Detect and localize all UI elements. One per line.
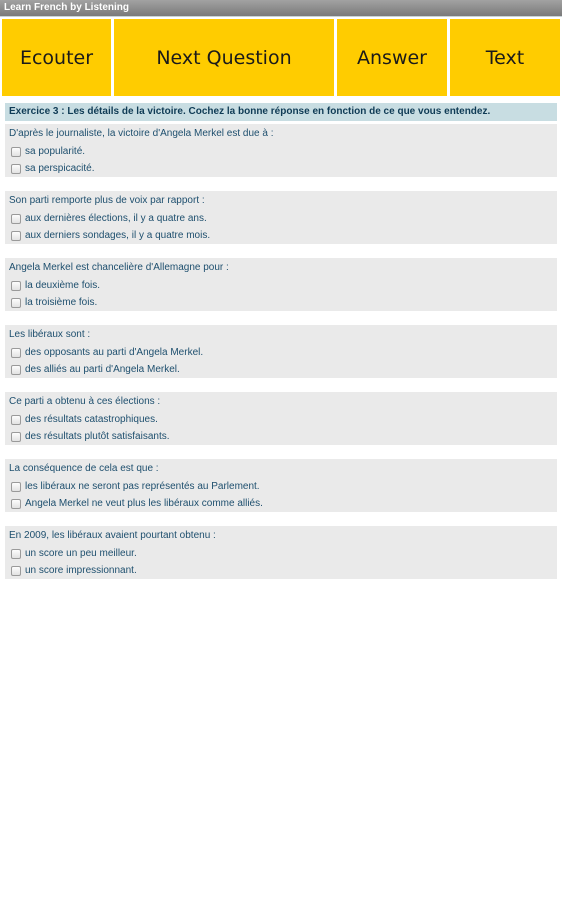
option-label: les libéraux ne seront pas représentés a… <box>25 481 260 492</box>
option-label: des résultats plutôt satisfaisants. <box>25 431 170 442</box>
question-block: Les libéraux sont : des opposants au par… <box>5 325 557 378</box>
checkbox[interactable] <box>11 364 21 375</box>
answer-option[interactable]: des opposants au parti d'Angela Merkel. <box>9 344 557 361</box>
checkbox[interactable] <box>11 347 21 358</box>
app-title-bar: Learn French by Listening <box>0 0 562 17</box>
option-label: des résultats catastrophiques. <box>25 414 158 425</box>
question-text: La conséquence de cela est que : <box>9 463 159 474</box>
option-label: sa popularité. <box>25 146 86 157</box>
option-label: la troisième fois. <box>25 297 98 308</box>
exercise-header: Exercice 3 : Les détails de la victoire.… <box>5 103 557 121</box>
answer-option[interactable]: un score impressionnant. <box>9 562 557 579</box>
answer-button[interactable]: Answer <box>337 19 447 96</box>
question-text: Ce parti a obtenu à ces élections : <box>9 396 161 407</box>
answer-option[interactable]: la troisième fois. <box>9 294 557 311</box>
question-text: D'après le journaliste, la victoire d'An… <box>9 128 274 139</box>
checkbox[interactable] <box>11 297 21 308</box>
checkbox[interactable] <box>11 414 21 425</box>
text-button[interactable]: Text <box>450 19 560 96</box>
checkbox[interactable] <box>11 230 21 241</box>
option-label: des alliés au parti d'Angela Merkel. <box>25 364 180 375</box>
checkbox[interactable] <box>11 163 21 174</box>
checkbox[interactable] <box>11 431 21 442</box>
question-block: Angela Merkel est chancelière d'Allemagn… <box>5 258 557 311</box>
option-label: des opposants au parti d'Angela Merkel. <box>25 347 204 358</box>
checkbox[interactable] <box>11 498 21 509</box>
next-question-button[interactable]: Next Question <box>114 19 334 96</box>
answer-option[interactable]: les libéraux ne seront pas représentés a… <box>9 478 557 495</box>
answer-option[interactable]: des résultats catastrophiques. <box>9 411 557 428</box>
answer-option[interactable]: aux derniers sondages, il y a quatre moi… <box>9 227 557 244</box>
option-label: Angela Merkel ne veut plus les libéraux … <box>25 498 263 509</box>
question-text: Angela Merkel est chancelière d'Allemagn… <box>9 262 229 273</box>
app-title: Learn French by Listening <box>4 2 130 13</box>
answer-option[interactable]: la deuxième fois. <box>9 277 557 294</box>
answer-option[interactable]: des résultats plutôt satisfaisants. <box>9 428 557 445</box>
answer-option[interactable]: sa perspicacité. <box>9 160 557 177</box>
question-block: Ce parti a obtenu à ces élections : des … <box>5 392 557 445</box>
question-block: Son parti remporte plus de voix par rapp… <box>5 191 557 244</box>
exercise-content: Exercice 3 : Les détails de la victoire.… <box>5 103 557 593</box>
answer-option[interactable]: un score un peu meilleur. <box>9 545 557 562</box>
checkbox[interactable] <box>11 565 21 576</box>
answer-option[interactable]: sa popularité. <box>9 143 557 160</box>
answer-option[interactable]: aux dernières élections, il y a quatre a… <box>9 210 557 227</box>
checkbox[interactable] <box>11 548 21 559</box>
option-label: aux dernières élections, il y a quatre a… <box>25 213 207 224</box>
answer-option[interactable]: Angela Merkel ne veut plus les libéraux … <box>9 495 557 512</box>
checkbox[interactable] <box>11 280 21 291</box>
question-text: En 2009, les libéraux avaient pourtant o… <box>9 530 216 541</box>
option-label: aux derniers sondages, il y a quatre moi… <box>25 230 211 241</box>
option-label: sa perspicacité. <box>25 163 95 174</box>
question-text: Son parti remporte plus de voix par rapp… <box>9 195 205 206</box>
question-text: Les libéraux sont : <box>9 329 91 340</box>
question-block: La conséquence de cela est que : les lib… <box>5 459 557 512</box>
option-label: la deuxième fois. <box>25 280 101 291</box>
toolbar: Ecouter Next Question Answer Text <box>0 19 562 96</box>
question-block: En 2009, les libéraux avaient pourtant o… <box>5 526 557 579</box>
answer-option[interactable]: des alliés au parti d'Angela Merkel. <box>9 361 557 378</box>
checkbox[interactable] <box>11 213 21 224</box>
listen-button[interactable]: Ecouter <box>2 19 111 96</box>
checkbox[interactable] <box>11 146 21 157</box>
option-label: un score impressionnant. <box>25 565 137 576</box>
question-block: D'après le journaliste, la victoire d'An… <box>5 124 557 177</box>
checkbox[interactable] <box>11 481 21 492</box>
option-label: un score un peu meilleur. <box>25 548 137 559</box>
